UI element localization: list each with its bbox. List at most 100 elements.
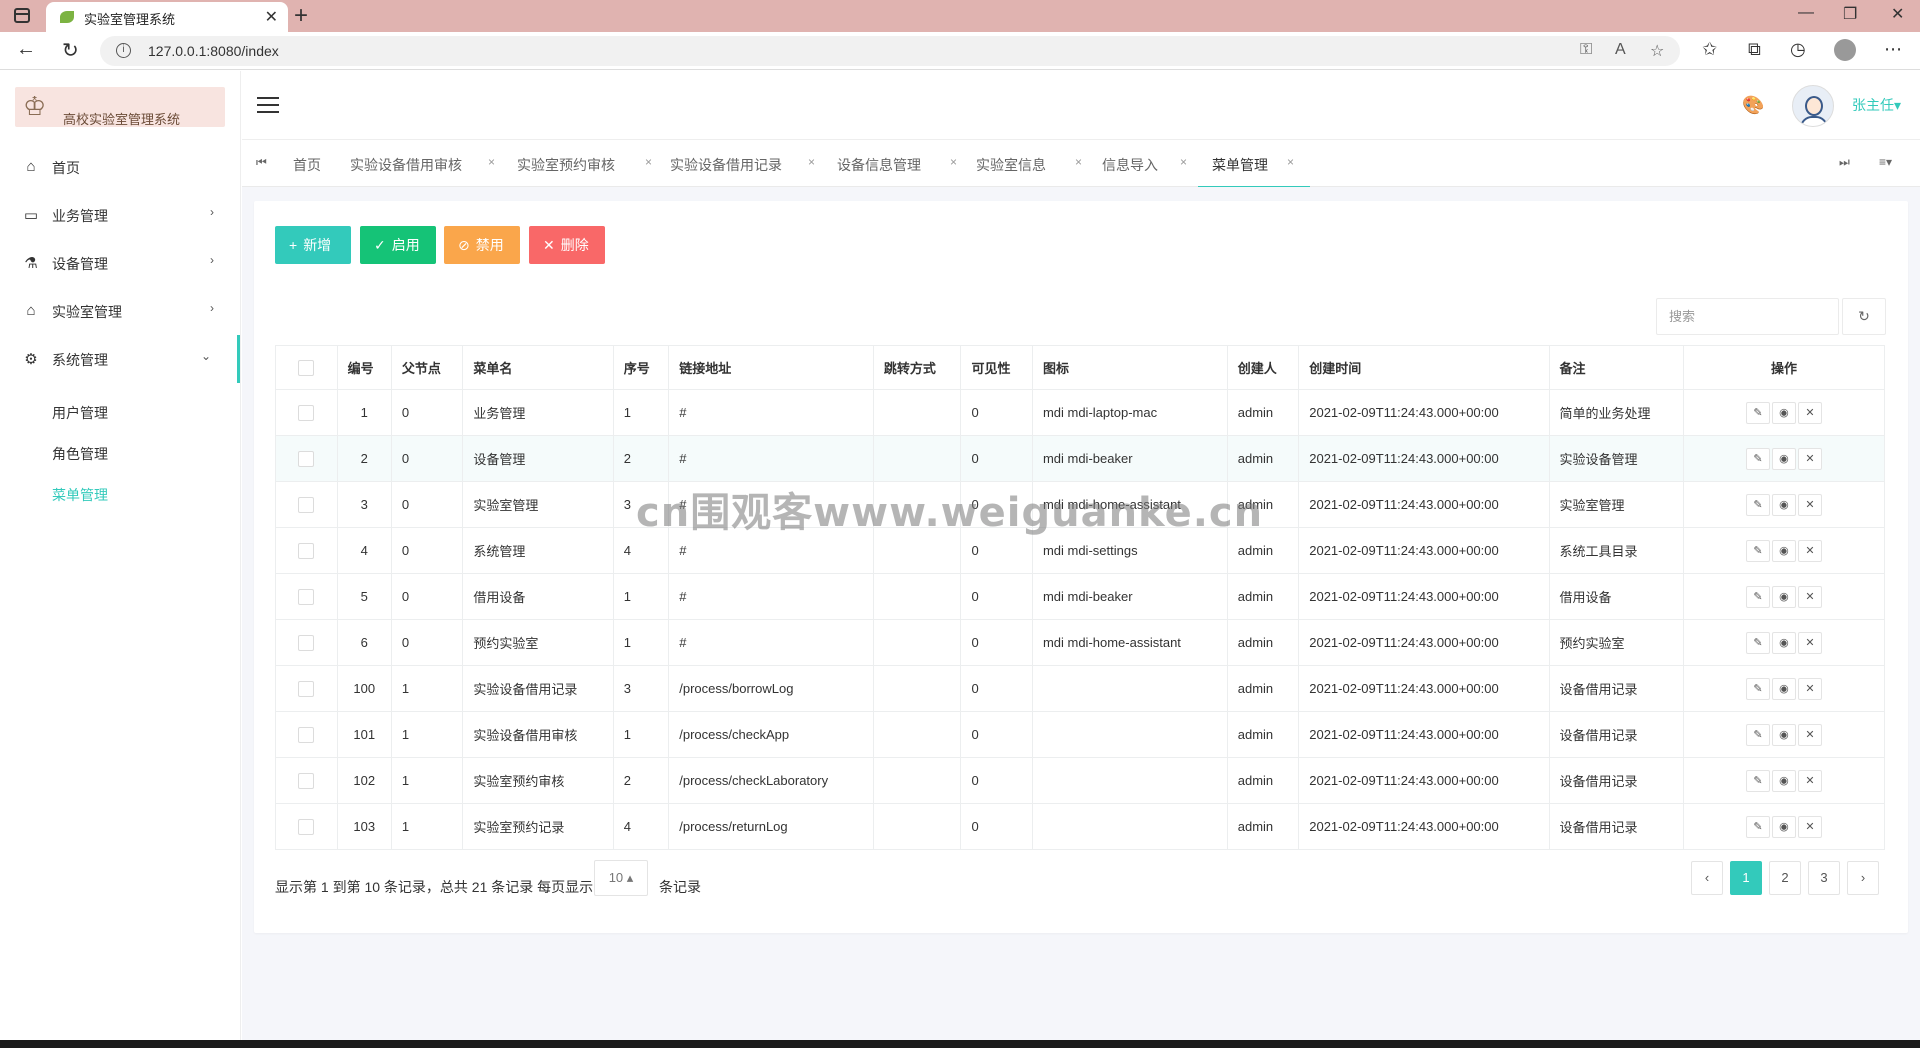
edit-icon[interactable]: ✎ (1745, 401, 1770, 424)
row-checkbox[interactable] (298, 634, 315, 651)
delete-icon[interactable]: ✕ (1797, 769, 1822, 792)
app-logo[interactable]: ♔ 高校实验室管理系统 (15, 87, 225, 128)
row-checkbox[interactable] (298, 818, 315, 835)
table-row[interactable]: 101 1 实验设备借用审核 1/process/checkApp 0 admin 2021… (275, 711, 1886, 758)
sidebar-item-system[interactable]: ⚙ 系统管理 ⌄ (0, 335, 240, 383)
row-checkbox[interactable] (298, 404, 315, 421)
delete-icon[interactable]: ✕ (1797, 723, 1822, 746)
delete-icon[interactable]: ✕ (1797, 815, 1822, 838)
column-header[interactable]: 创建时间 (1298, 345, 1550, 390)
more-icon[interactable]: ⋯ (1884, 39, 1902, 60)
edit-icon[interactable]: ✎ (1745, 815, 1770, 838)
edit-icon[interactable]: ✎ (1745, 631, 1770, 654)
edit-icon[interactable]: ✎ (1745, 493, 1770, 516)
tabs-last-icon[interactable]: ⏭ (1839, 155, 1850, 170)
url-field[interactable]: i 127.0.0.1:8080/index ⚿ A ☆ (100, 36, 1680, 66)
view-icon[interactable]: ◉ (1771, 677, 1796, 700)
table-row[interactable]: 103 1 实验室预约记录 4/process/returnLog 0 admin 2021… (275, 803, 1886, 850)
new-tab-icon[interactable]: + (294, 2, 308, 30)
add-button[interactable]: + 新增 (275, 226, 351, 264)
tab-equipment-info[interactable]: 设备信息管理 × (837, 140, 962, 188)
view-icon[interactable]: ◉ (1771, 447, 1796, 470)
edit-icon[interactable]: ✎ (1745, 769, 1770, 792)
table-row[interactable]: 6 0 预约实验室 1 #0 mdi mdi-home-assistant admin 202… (275, 619, 1886, 666)
close-icon[interactable]: × (1287, 155, 1294, 169)
delete-icon[interactable]: ✕ (1797, 401, 1822, 424)
page-1-button[interactable]: 1 (1730, 861, 1762, 895)
tab-home[interactable]: 首页 (293, 140, 333, 188)
close-icon[interactable]: × (645, 155, 652, 169)
view-icon[interactable]: ◉ (1771, 723, 1796, 746)
browser-tab[interactable]: 实验室管理系统 ✕ (46, 2, 288, 32)
sidebar-subitem-menus[interactable]: 菜单管理 (52, 485, 108, 505)
edit-icon[interactable]: ✎ (1745, 723, 1770, 746)
disable-button[interactable]: ⊘ 禁用 (444, 226, 520, 264)
sidebar-item-home[interactable]: ⌂ 首页 (0, 143, 240, 191)
refresh-button[interactable]: ↻ (1842, 298, 1886, 335)
edit-icon[interactable]: ✎ (1745, 539, 1770, 562)
next-page-button[interactable]: › (1847, 861, 1879, 895)
tab-equipment-borrow-log[interactable]: 实验设备借用记录 × (670, 140, 820, 188)
column-header[interactable]: 备注 (1548, 345, 1684, 390)
column-header[interactable]: 图标 (1031, 345, 1228, 390)
view-icon[interactable]: ◉ (1771, 401, 1796, 424)
delete-icon[interactable]: ✕ (1797, 493, 1822, 516)
sidebar-subitem-roles[interactable]: 角色管理 (52, 444, 108, 464)
column-header[interactable]: 跳转方式 (872, 345, 962, 390)
add-favorite-icon[interactable]: ☆ (1650, 41, 1664, 61)
column-header[interactable]: 编号 (336, 345, 392, 390)
sidebar-item-equipment[interactable]: ⚗ 设备管理 › (0, 239, 240, 287)
column-header[interactable]: 链接地址 (668, 345, 874, 390)
page-3-button[interactable]: 3 (1808, 861, 1840, 895)
page-2-button[interactable]: 2 (1769, 861, 1801, 895)
column-header[interactable]: 父节点 (390, 345, 464, 390)
table-row[interactable]: 2 0 设备管理 2 #0 mdi mdi-beaker admin 2021-02-09T1… (275, 435, 1886, 482)
delete-icon[interactable]: ✕ (1797, 677, 1822, 700)
delete-button[interactable]: ✕ 删除 (529, 226, 605, 264)
window-menu-icon[interactable] (14, 8, 30, 23)
row-checkbox[interactable] (298, 772, 315, 789)
delete-icon[interactable]: ✕ (1797, 585, 1822, 608)
tab-lab-reservation-review[interactable]: 实验室预约审核 × (517, 140, 657, 188)
delete-icon[interactable]: ✕ (1797, 447, 1822, 470)
sidebar-item-laboratory[interactable]: ⌂ 实验室管理 › (0, 287, 240, 335)
profile-icon[interactable] (1834, 39, 1856, 61)
delete-icon[interactable]: ✕ (1797, 631, 1822, 654)
sidebar-item-business[interactable]: ▭ 业务管理 › (0, 191, 240, 239)
tab-lab-info[interactable]: 实验室信息 × (976, 140, 1086, 188)
view-icon[interactable]: ◉ (1771, 631, 1796, 654)
edit-icon[interactable]: ✎ (1745, 677, 1770, 700)
view-icon[interactable]: ◉ (1771, 815, 1796, 838)
favorites-icon[interactable]: ✩ (1702, 39, 1717, 60)
close-icon[interactable]: × (1180, 155, 1187, 169)
close-icon[interactable]: × (1075, 155, 1082, 169)
row-checkbox[interactable] (298, 542, 315, 559)
close-tab-icon[interactable]: ✕ (265, 7, 278, 27)
tabs-menu-icon[interactable]: ≡▾ (1879, 155, 1892, 169)
info-icon[interactable]: i (116, 43, 131, 58)
search-input[interactable] (1657, 299, 1838, 334)
column-header[interactable]: 序号 (612, 345, 670, 390)
row-checkbox[interactable] (298, 588, 315, 605)
view-icon[interactable]: ◉ (1771, 539, 1796, 562)
view-icon[interactable]: ◉ (1771, 769, 1796, 792)
table-row[interactable]: 5 0 借用设备 1 #0 mdi mdi-beaker admin 2021-02-09T1… (275, 573, 1886, 620)
reload-icon[interactable]: ↻ (62, 38, 79, 63)
delete-icon[interactable]: ✕ (1797, 539, 1822, 562)
restore-icon[interactable]: ❐ (1843, 4, 1857, 24)
user-menu[interactable]: 张主任▾ (1852, 95, 1901, 115)
column-header[interactable]: 可见性 (960, 345, 1033, 390)
history-icon[interactable]: ◷ (1790, 39, 1806, 60)
menu-toggle-icon[interactable] (257, 97, 279, 113)
key-icon[interactable]: ⚿ (1580, 41, 1592, 59)
tabs-first-icon[interactable]: ⏮ (256, 155, 267, 170)
page-size-select[interactable]: 10 ▴ (594, 860, 648, 896)
column-header[interactable]: 菜单名 (462, 345, 614, 390)
column-header[interactable]: 创建人 (1226, 345, 1300, 390)
tab-equipment-borrow-review[interactable]: 实验设备借用审核 × (350, 140, 500, 188)
edit-icon[interactable]: ✎ (1745, 447, 1770, 470)
row-checkbox[interactable] (298, 496, 315, 513)
prev-page-button[interactable]: ‹ (1691, 861, 1723, 895)
table-row[interactable]: 1 0 业务管理 1 #0 mdi mdi-laptop-mac admin 2021-02-… (275, 389, 1886, 436)
view-icon[interactable]: ◉ (1771, 493, 1796, 516)
